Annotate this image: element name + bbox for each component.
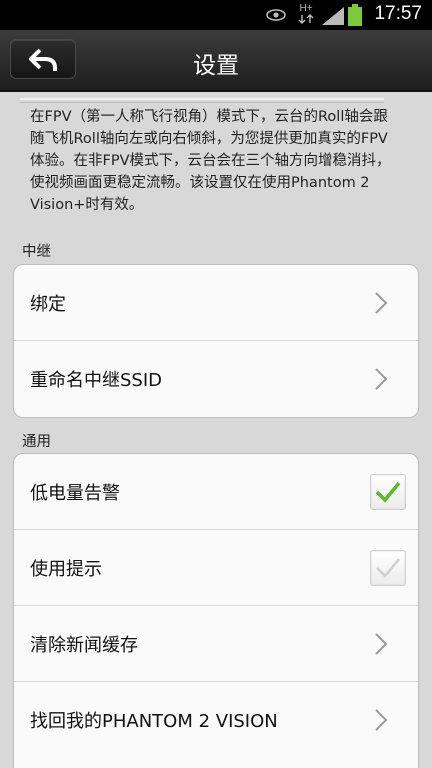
clear-news-cache-row[interactable]: 清除新闻缓存 (14, 606, 418, 682)
rename-relay-ssid-row[interactable]: 重命名中继SSID (14, 341, 418, 417)
low-battery-warning-label: 低电量告警 (30, 482, 120, 504)
rename-relay-ssid-label: 重命名中继SSID (30, 370, 163, 391)
bind-relay-label: 绑定 (30, 293, 66, 315)
chevron-right-icon (375, 709, 388, 731)
usage-tips-label: 使用提示 (30, 558, 102, 580)
status-bar: H+ 17:57 (0, 0, 432, 30)
relay-card: 绑定 重命名中继SSID (13, 264, 419, 418)
data-transfer-icon: H+ (298, 4, 314, 26)
usage-tips-checkbox[interactable] (370, 549, 406, 586)
title-bar: 设置 (0, 30, 432, 92)
chevron-right-icon (375, 291, 388, 314)
low-battery-warning-checkbox[interactable] (370, 473, 406, 510)
usage-tips-row[interactable]: 使用提示 (14, 530, 418, 606)
settings-content[interactable]: 在FPV（第一人称飞行视角）模式下，云台的Roll轴会跟随飞机Roll轴向左或向… (0, 92, 432, 768)
relay-section-header: 中继 (22, 244, 51, 260)
battery-icon (348, 4, 362, 26)
status-time: 17:57 (374, 3, 422, 24)
eye-icon (266, 9, 286, 21)
low-battery-warning-row[interactable]: 低电量告警 (14, 454, 418, 530)
page-title: 设置 (193, 53, 239, 79)
find-my-phantom-row[interactable]: 找回我的PHANTOM 2 VISION (14, 682, 418, 758)
signal-icon (322, 7, 344, 25)
previous-card-edge (20, 98, 384, 103)
chevron-right-icon (375, 632, 388, 655)
network-type-label: H+ (299, 3, 313, 14)
bind-relay-row[interactable]: 绑定 (14, 265, 418, 341)
find-my-phantom-label: 找回我的PHANTOM 2 VISION (30, 711, 278, 732)
gimbal-description: 在FPV（第一人称飞行视角）模式下，云台的Roll轴会跟随飞机Roll轴向左或向… (30, 109, 391, 213)
clear-news-cache-label: 清除新闻缓存 (30, 634, 138, 656)
checkmark-icon (376, 557, 400, 578)
general-section-header: 通用 (22, 434, 51, 450)
checkmark-icon (375, 481, 401, 503)
chevron-right-icon (375, 368, 388, 390)
general-card: 低电量告警 使用提示 清除新闻缓存 找回我的PHANTOM 2 VISION (13, 453, 419, 768)
